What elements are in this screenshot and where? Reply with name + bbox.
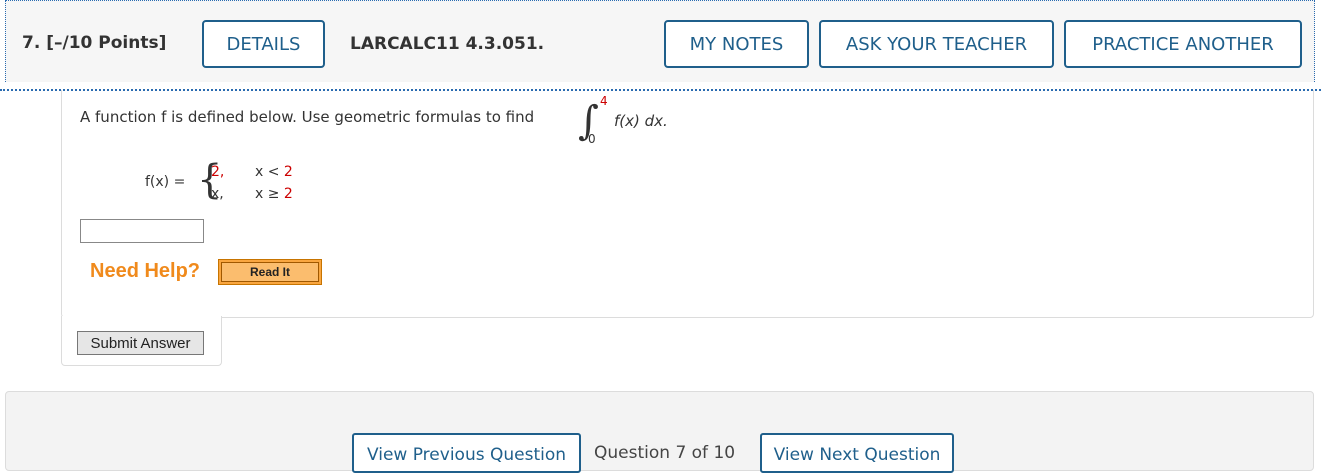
read-it-label: Read It <box>221 262 319 282</box>
practice-another-button[interactable]: PRACTICE ANOTHER <box>1064 20 1302 68</box>
answer-input[interactable] <box>80 219 204 243</box>
read-it-button[interactable]: Read It <box>218 259 322 285</box>
question-number: 7. [–/10 Points] <box>22 33 167 53</box>
points-label: [–/10 Points] <box>46 33 167 53</box>
case-value-2: x, <box>211 186 224 202</box>
next-question-button[interactable]: View Next Question <box>760 433 954 473</box>
case-condition-2: x ≥ 2 <box>255 186 293 202</box>
integral-upper-limit: 4 <box>600 94 608 108</box>
question-counter: Question 7 of 10 <box>594 443 736 463</box>
integral-lower-limit: 0 <box>588 132 596 146</box>
integral-expression: ∫ 4 0 f(x) dx. <box>578 94 688 150</box>
case-condition-1: x < 2 <box>255 164 293 180</box>
question-id: LARCALC11 4.3.051. <box>350 34 545 54</box>
integrand: f(x) dx. <box>614 112 668 130</box>
previous-question-button[interactable]: View Previous Question <box>352 433 581 473</box>
function-label: f(x) = <box>145 174 186 190</box>
ask-teacher-button[interactable]: ASK YOUR TEACHER <box>819 20 1054 68</box>
details-button[interactable]: DETAILS <box>202 20 325 68</box>
question-prompt: A function f is defined below. Use geome… <box>80 108 535 126</box>
submit-answer-button[interactable]: Submit Answer <box>77 331 204 355</box>
piecewise-function: f(x) = { 2, x < 2 x, x ≥ 2 <box>145 158 365 212</box>
case-value-1: 2, <box>211 164 225 180</box>
need-help-label: Need Help? <box>90 260 201 282</box>
my-notes-button[interactable]: MY NOTES <box>664 20 809 68</box>
